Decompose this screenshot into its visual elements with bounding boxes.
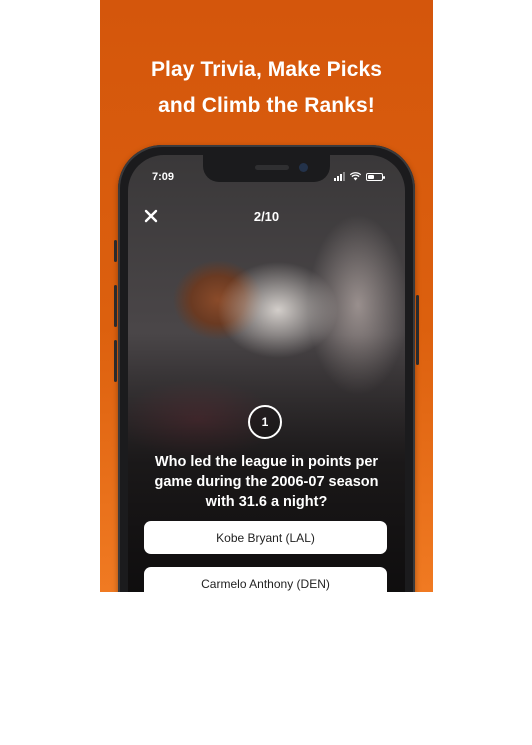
- question-text: Who led the league in points per game du…: [154, 454, 379, 510]
- headline: Play Trivia, Make Picks and Climb the Ra…: [100, 52, 433, 124]
- front-camera: [299, 163, 308, 172]
- answer-option-2[interactable]: Carmelo Anthony (DEN): [144, 567, 387, 592]
- status-time: 7:09: [152, 171, 175, 183]
- phone-mute-switch: [114, 240, 117, 262]
- phone-power-button: [416, 295, 419, 365]
- question-number-badge: 1: [248, 405, 282, 439]
- wifi-icon: [350, 172, 361, 181]
- promo-banner: Play Trivia, Make Picks and Climb the Ra…: [100, 0, 433, 592]
- signal-icon: [334, 172, 345, 181]
- status-icons: [334, 172, 385, 181]
- headline-line-1: Play Trivia, Make Picks: [150, 58, 383, 81]
- headline-line-2: and Climb the Ranks!: [158, 94, 375, 117]
- phone-notch: [203, 155, 330, 182]
- speaker-grille: [255, 165, 289, 170]
- battery-icon: [366, 172, 385, 181]
- phone-mockup: 7:09 2/10 1 Who led the league in points…: [114, 145, 419, 592]
- answer-option-1[interactable]: Kobe Bryant (LAL): [144, 521, 387, 554]
- phone-volume-down: [114, 340, 117, 382]
- phone-volume-up: [114, 285, 117, 327]
- phone-screen: 7:09 2/10 1 Who led the league in points…: [128, 155, 405, 592]
- question-progress: 2/10: [253, 209, 280, 224]
